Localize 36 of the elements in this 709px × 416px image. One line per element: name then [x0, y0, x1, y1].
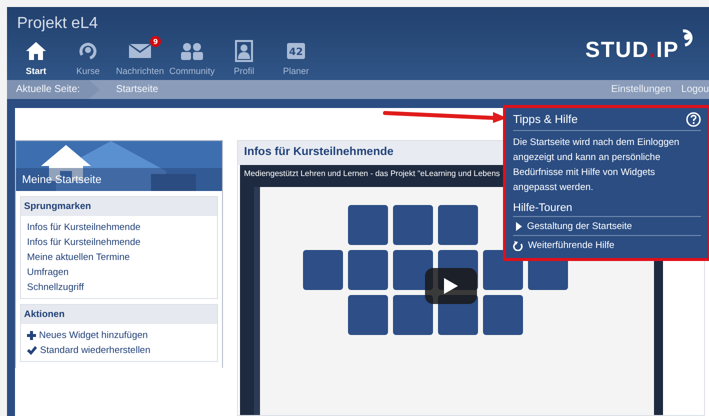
section-heading: Sprungmarken — [21, 197, 217, 216]
play-icon — [444, 278, 458, 294]
breadcrumb-label: Aktuelle Seite: — [7, 80, 100, 99]
people-icon — [180, 42, 204, 60]
check-icon — [27, 346, 37, 355]
play-icon — [516, 222, 522, 231]
sidebar-link[interactable]: Neues Widget hinzufügen — [27, 328, 211, 343]
play-button[interactable] — [425, 268, 477, 304]
help-title: Tipps & Hilfe — [513, 114, 578, 126]
nav-tab[interactable]: Community — [167, 33, 217, 76]
calendar-icon: 42 — [287, 43, 305, 59]
refresh-icon — [513, 240, 523, 250]
tour-link[interactable]: Gestaltung der Startseite — [513, 217, 701, 236]
sidebar-link[interactable]: Meine aktuellen Termine — [27, 250, 211, 265]
plus-icon — [27, 331, 36, 340]
sidebar-link[interactable]: Umfragen — [27, 265, 211, 280]
sidebar-link[interactable]: Infos für Kursteilnehmende — [27, 235, 211, 250]
sidebar-title: Meine Startseite — [22, 174, 102, 186]
help-icon[interactable] — [686, 112, 701, 127]
nav-tab[interactable]: Profil — [219, 33, 269, 76]
house-icon — [25, 41, 47, 61]
sidebar-link[interactable]: Standard wiederherstellen — [27, 343, 211, 358]
section-heading: Aktionen — [21, 305, 217, 324]
ring-icon — [78, 41, 98, 61]
tours-heading: Hilfe-Touren — [513, 202, 701, 217]
nav-tab[interactable]: Kurse — [63, 33, 113, 76]
video-title: Mediengestützt Lehren und Lernen - das Projekt "eLearning und Lebens — [244, 169, 500, 178]
logo: STUD.IP — [585, 27, 695, 63]
sidebar-link[interactable]: Infos für Kursteilnehmende — [27, 220, 211, 235]
envelope-icon — [128, 43, 152, 59]
person-card-icon — [235, 40, 253, 62]
help-link[interactable]: Weiterführende Hilfe — [513, 236, 701, 254]
site-title: Projekt eL4 — [17, 15, 98, 33]
nav-tab[interactable]: Start — [11, 33, 61, 76]
sidebar-link[interactable]: Schnellzugriff — [27, 280, 211, 295]
nav-tab[interactable]: 42 Planer — [271, 33, 321, 76]
